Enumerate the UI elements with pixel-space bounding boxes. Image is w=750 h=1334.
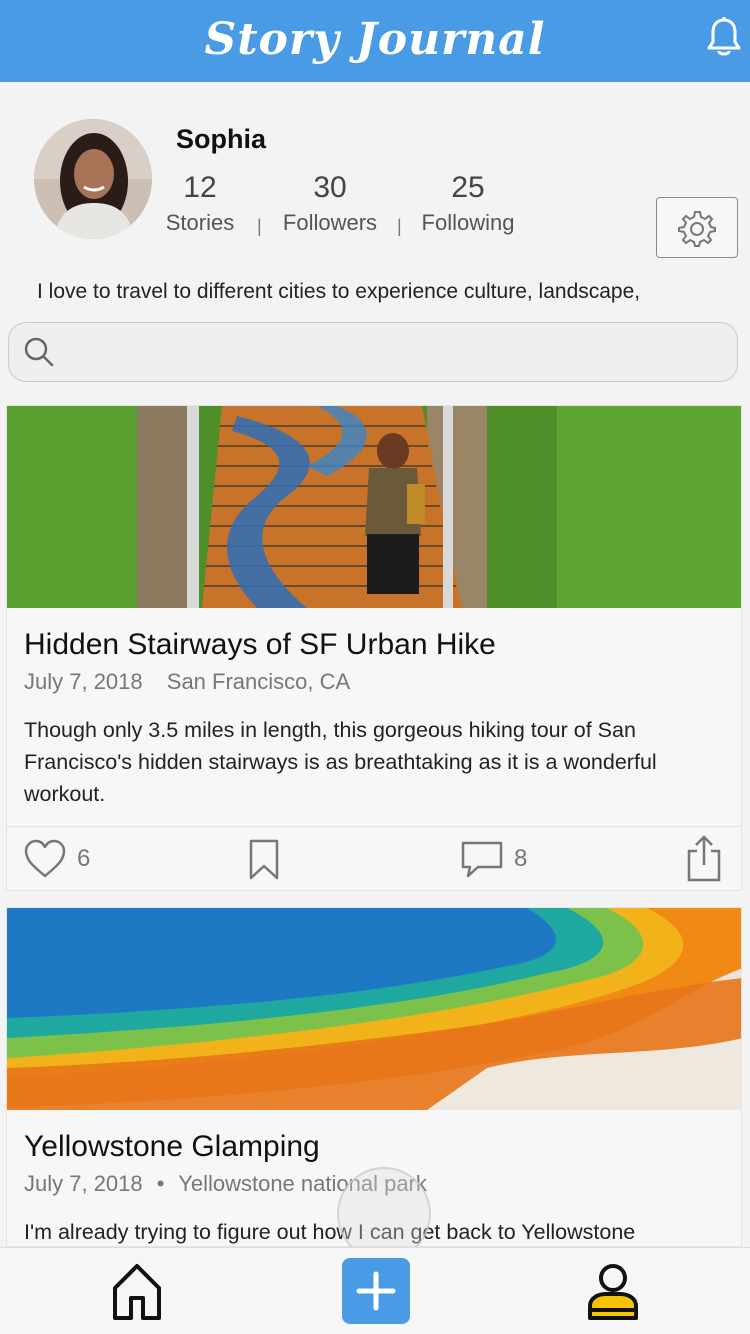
- bell-icon[interactable]: [706, 16, 742, 58]
- story-title[interactable]: Hidden Stairways of SF Urban Hike: [24, 628, 496, 662]
- story-date: July 7, 2018: [24, 1171, 143, 1196]
- meta-separator: •: [156, 1171, 165, 1196]
- profile-icon: [588, 1264, 638, 1320]
- followers-label: Followers: [282, 210, 378, 235]
- story-description: Though only 3.5 miles in length, this go…: [24, 718, 657, 806]
- followers-count: 30: [313, 171, 347, 204]
- like-button[interactable]: 6: [23, 839, 90, 879]
- comment-icon: [461, 841, 503, 878]
- stat-followers[interactable]: 30 Followers: [280, 170, 380, 236]
- comment-count: 8: [514, 845, 528, 872]
- heart-icon: [24, 839, 66, 878]
- settings-button[interactable]: [656, 197, 738, 258]
- plus-icon: [356, 1271, 396, 1311]
- search-input[interactable]: [67, 332, 737, 372]
- stat-stories[interactable]: 12 Stories: [165, 170, 235, 236]
- story-title[interactable]: Yellowstone Glamping: [24, 1130, 320, 1164]
- profile-avatar[interactable]: [34, 119, 152, 239]
- gear-icon: [678, 210, 716, 247]
- share-icon: [687, 835, 721, 882]
- story-date: July 7, 2018: [24, 669, 143, 694]
- profile-bio: I love to travel to different cities to …: [37, 280, 641, 303]
- story-actions: 6 8: [7, 826, 741, 890]
- stat-separator: |: [397, 216, 402, 236]
- story-meta: July 7, 2018 San Francisco, CA: [24, 669, 350, 695]
- add-story-button[interactable]: [342, 1258, 410, 1324]
- stories-label: Stories: [165, 210, 235, 235]
- bookmark-icon: [249, 839, 279, 880]
- following-count: 25: [451, 171, 485, 204]
- stat-separator: |: [257, 216, 262, 236]
- comment-button[interactable]: 8: [460, 839, 527, 879]
- story-image[interactable]: [7, 406, 741, 608]
- bookmark-button[interactable]: [247, 839, 281, 881]
- app-header: Story Journal: [0, 0, 750, 82]
- search-icon: [24, 337, 54, 367]
- tab-profile[interactable]: [586, 1262, 640, 1327]
- stat-following[interactable]: 25 Following: [418, 170, 518, 236]
- story-location: San Francisco, CA: [166, 669, 351, 694]
- like-count: 6: [77, 845, 91, 872]
- tab-home[interactable]: [111, 1262, 163, 1327]
- bottom-tab-bar: [0, 1247, 750, 1334]
- app-logo: Story Journal: [204, 14, 546, 65]
- share-button[interactable]: [685, 835, 723, 883]
- search-bar[interactable]: [8, 322, 738, 382]
- following-label: Following: [421, 210, 515, 235]
- stories-count: 12: [183, 171, 217, 204]
- profile-name: Sophia: [176, 124, 267, 154]
- home-icon: [113, 1264, 161, 1320]
- story-card[interactable]: Hidden Stairways of SF Urban Hike July 7…: [6, 405, 742, 891]
- story-image[interactable]: [7, 908, 741, 1110]
